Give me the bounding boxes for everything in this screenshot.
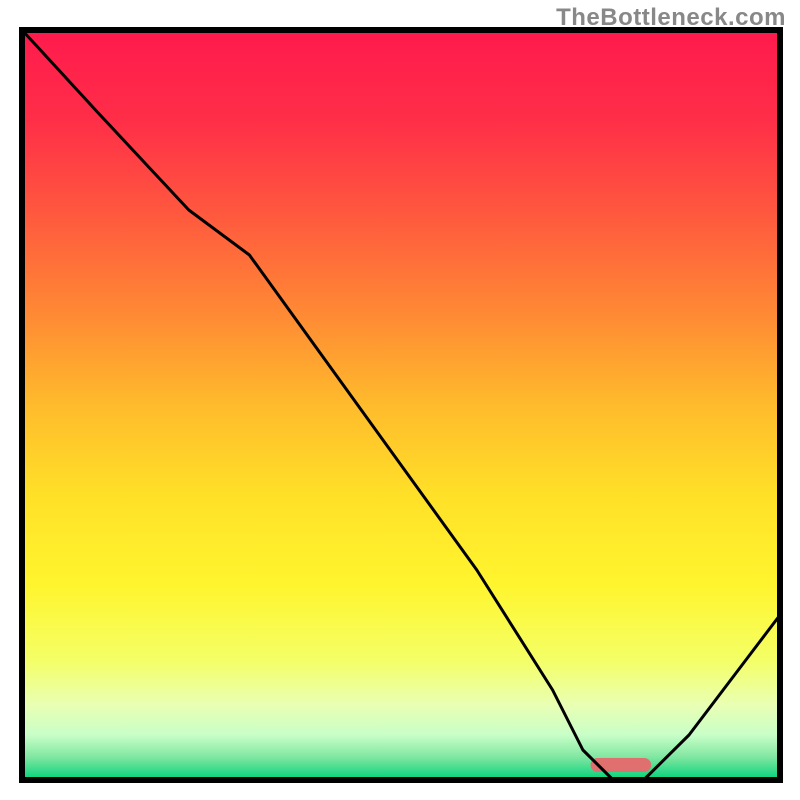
watermark-label: TheBottleneck.com — [556, 4, 786, 32]
chart-container: TheBottleneck.com — [0, 0, 800, 800]
gradient-background — [22, 30, 780, 780]
line-chart — [0, 0, 800, 800]
